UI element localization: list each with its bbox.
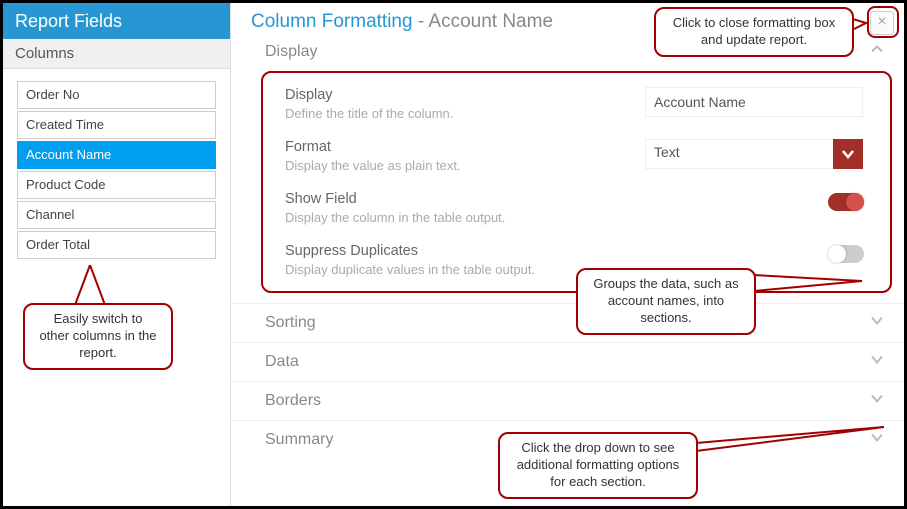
toggle-knob: [828, 245, 846, 263]
callout-sidebar: Easily switch to other columns in the re…: [23, 303, 173, 370]
chevron-down-icon: [870, 314, 884, 333]
row-format: Format Display the value as plain text. …: [285, 139, 868, 173]
desc-display: Define the title of the column.: [285, 106, 645, 121]
section-label-data: Data: [265, 353, 299, 370]
column-item-product-code[interactable]: Product Code: [17, 171, 216, 199]
section-label-display: Display: [265, 43, 317, 60]
row-show-field: Show Field Display the column in the tab…: [285, 191, 868, 225]
column-item-order-no[interactable]: Order No: [17, 81, 216, 109]
label-display: Display: [285, 87, 645, 103]
chevron-down-icon: [870, 392, 884, 411]
column-item-channel[interactable]: Channel: [17, 201, 216, 229]
section-header-borders[interactable]: Borders: [231, 381, 904, 420]
panel-title-main: Column Formatting: [251, 11, 413, 32]
callout-sidebar-pointer: [69, 265, 111, 307]
sidebar-header: Report Fields: [3, 3, 230, 39]
callout-close-text: Click to close formatting box and update…: [668, 15, 840, 49]
label-show-field: Show Field: [285, 191, 645, 207]
format-select-value: Text: [645, 139, 863, 169]
callout-suppress-pointer: [754, 271, 864, 295]
display-title-input[interactable]: [645, 87, 863, 117]
section-header-data[interactable]: Data: [231, 342, 904, 381]
label-format: Format: [285, 139, 645, 155]
callout-section-text: Click the drop down to see additional fo…: [512, 440, 684, 491]
close-button[interactable]: ×: [870, 11, 894, 35]
chevron-down-icon: [833, 139, 863, 169]
section-label-borders: Borders: [265, 392, 321, 409]
row-display: Display Define the title of the column.: [285, 87, 868, 121]
sidebar-subheader: Columns: [3, 39, 230, 69]
column-item-account-name[interactable]: Account Name: [17, 141, 216, 169]
section-label-sorting: Sorting: [265, 314, 316, 331]
section-header-sorting[interactable]: Sorting: [231, 303, 904, 342]
format-select[interactable]: Text: [645, 139, 863, 169]
callout-suppress-text: Groups the data, such as account names, …: [590, 276, 742, 327]
panel-title-sub: Account Name: [428, 11, 553, 32]
chevron-down-icon: [870, 353, 884, 372]
callout-sidebar-text: Easily switch to other columns in the re…: [37, 311, 159, 362]
show-field-toggle[interactable]: [828, 193, 864, 211]
display-body: Display Define the title of the column. …: [261, 71, 892, 293]
section-label-summary: Summary: [265, 431, 333, 448]
chevron-up-icon: [870, 43, 884, 62]
close-icon: ×: [877, 13, 886, 30]
column-list: Order No Created Time Account Name Produ…: [3, 69, 230, 273]
callout-close: Click to close formatting box and update…: [654, 7, 854, 57]
callout-suppress: Groups the data, such as account names, …: [576, 268, 756, 335]
panel-title-sep: -: [413, 11, 429, 32]
suppress-toggle[interactable]: [828, 245, 864, 263]
toggle-knob: [846, 193, 864, 211]
sidebar: Report Fields Columns Order No Created T…: [3, 3, 231, 506]
desc-show-field: Display the column in the table output.: [285, 210, 645, 225]
callout-section: Click the drop down to see additional fo…: [498, 432, 698, 499]
column-item-created-time[interactable]: Created Time: [17, 111, 216, 139]
callout-section-pointer: [696, 425, 886, 453]
desc-format: Display the value as plain text.: [285, 158, 645, 173]
label-suppress: Suppress Duplicates: [285, 243, 645, 259]
column-item-order-total[interactable]: Order Total: [17, 231, 216, 259]
